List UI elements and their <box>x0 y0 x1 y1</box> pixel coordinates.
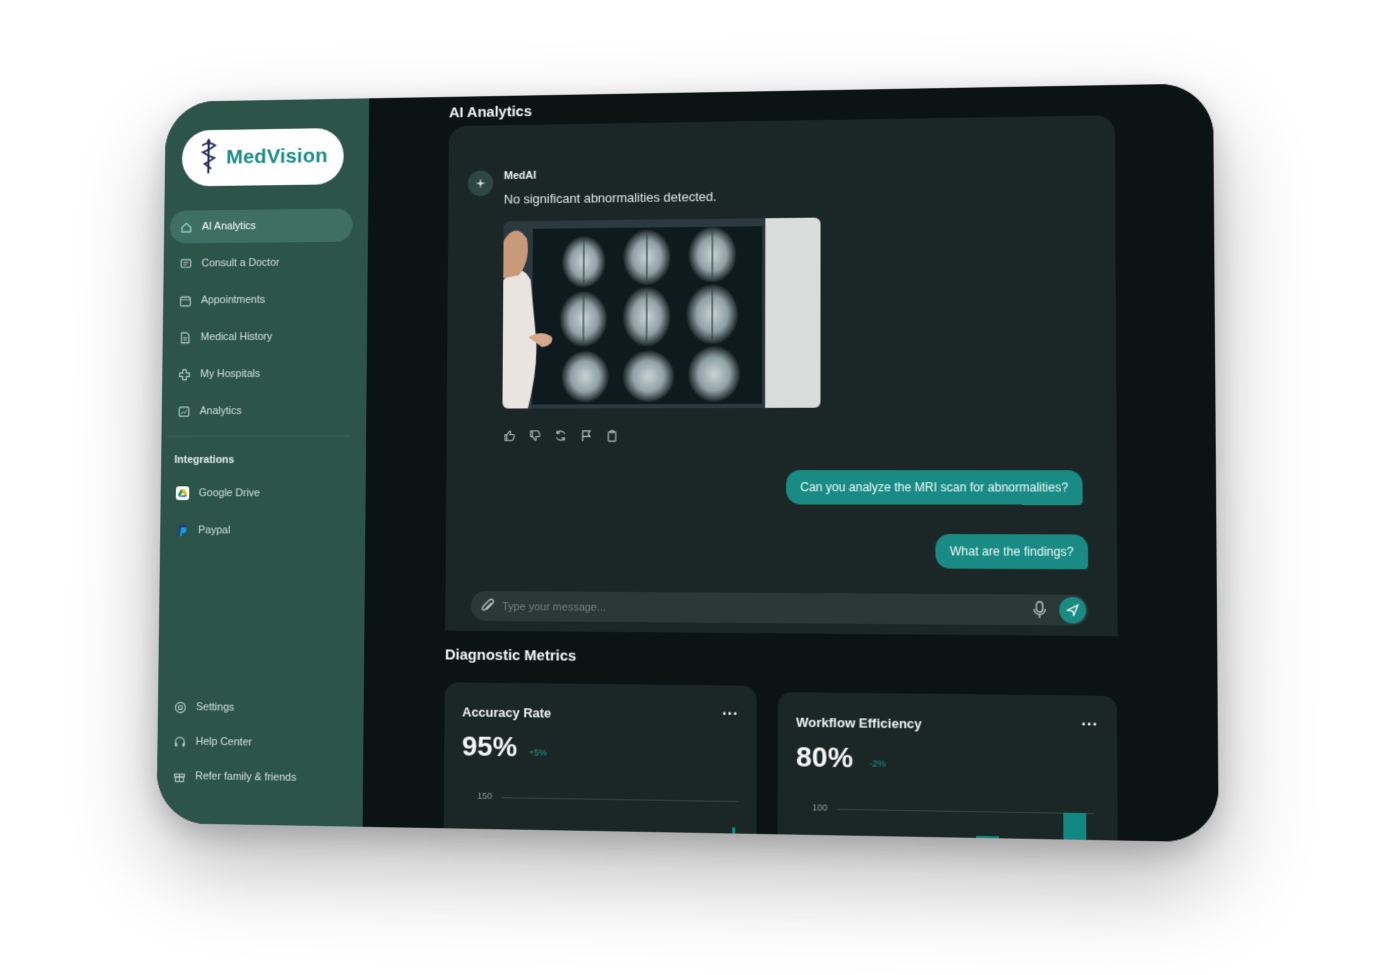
paypal-icon <box>175 523 188 537</box>
microphone-icon[interactable] <box>1032 601 1047 625</box>
calendar-icon <box>178 294 191 308</box>
home-icon <box>179 220 192 234</box>
nav-item-label: Analytics <box>199 405 242 418</box>
medical-cross-icon <box>177 367 190 381</box>
workflow-efficiency-card: Workflow Efficiency ... 80% -2% 100 <box>777 692 1119 843</box>
main-content: AI Analytics MedAI No significant abnorm… <box>362 83 1219 843</box>
message-input[interactable] <box>500 595 1008 623</box>
sidebar: MedVision AI Analytics Consult a Doctor … <box>156 98 370 827</box>
metric-delta: +5% <box>528 747 547 758</box>
document-icon <box>178 331 191 345</box>
nav-item-appointments[interactable]: Appointments <box>169 283 352 318</box>
nav-item-consult-doctor[interactable]: Consult a Doctor <box>169 245 352 280</box>
nav-item-medical-history[interactable]: Medical History <box>168 320 352 354</box>
integration-paypal[interactable]: Paypal <box>166 514 350 548</box>
nav-item-label: AI Analytics <box>201 220 257 233</box>
send-icon <box>1066 604 1079 616</box>
chart-icon <box>177 404 190 418</box>
message-actions <box>502 428 618 442</box>
google-drive-icon <box>175 486 190 501</box>
chart-bar <box>732 827 736 843</box>
nav-item-ai-analytics[interactable]: AI Analytics <box>169 208 353 244</box>
logo[interactable]: MedVision <box>181 127 344 187</box>
brand-name: MedVision <box>226 144 328 169</box>
mri-scan-image[interactable] <box>502 217 821 409</box>
page-title: AI Analytics <box>448 103 532 122</box>
gift-icon <box>172 769 186 783</box>
user-message: What are the findings? <box>935 533 1089 570</box>
metric-value: 80% <box>796 740 854 774</box>
chat-panel: MedAI No significant abnormalities detec… <box>445 115 1118 637</box>
caduceus-icon <box>198 137 219 179</box>
chart-bar <box>1063 812 1087 843</box>
copy-icon[interactable] <box>605 428 619 442</box>
nav-item-help-center[interactable]: Help Center <box>163 725 348 761</box>
nav-item-settings[interactable]: Settings <box>163 690 348 726</box>
nav-item-refer-friends[interactable]: Refer family & friends <box>163 759 348 796</box>
accuracy-rate-card: Accuracy Rate ... 95% +5% 150 <box>443 682 757 843</box>
nav-item-label: Medical History <box>200 330 273 344</box>
bot-name: MedAI <box>503 169 537 183</box>
axis-tick-label: 150 <box>477 790 493 802</box>
metric-value: 95% <box>461 730 518 763</box>
more-options-icon[interactable]: ... <box>1081 712 1098 731</box>
flag-icon[interactable] <box>579 428 593 442</box>
nav-item-label: Help Center <box>195 735 253 749</box>
attach-icon[interactable] <box>479 597 497 620</box>
chat-icon <box>179 257 192 271</box>
axis-tick-label: 100 <box>812 802 828 813</box>
nav-item-label: Appointments <box>201 294 266 307</box>
message-composer <box>470 590 1089 626</box>
integrations-heading: Integrations <box>174 454 235 466</box>
nav-item-label: My Hospitals <box>200 368 261 381</box>
metric-title: Accuracy Rate <box>462 704 552 721</box>
integration-label: Paypal <box>198 524 231 537</box>
nav-item-my-hospitals[interactable]: My Hospitals <box>168 357 352 391</box>
bot-avatar-icon <box>467 170 494 197</box>
gear-icon <box>173 700 187 714</box>
regenerate-icon[interactable] <box>553 428 567 442</box>
metric-delta: -2% <box>869 758 886 769</box>
app-window: MedVision AI Analytics Consult a Doctor … <box>156 83 1219 843</box>
nav-item-label: Refer family & friends <box>195 770 297 784</box>
chart-bar <box>976 835 1000 843</box>
bottom-nav: Settings Help Center Refer family & frie… <box>163 690 349 797</box>
bot-message: No significant abnormalities detected. <box>503 189 717 207</box>
integration-label: Google Drive <box>198 487 261 500</box>
thumbs-up-icon[interactable] <box>502 428 516 442</box>
more-options-icon[interactable]: ... <box>722 702 738 720</box>
user-message: Can you analyze the MRI scan for abnorma… <box>786 470 1083 505</box>
send-button[interactable] <box>1059 596 1087 624</box>
metric-title: Workflow Efficiency <box>796 714 922 732</box>
nav-item-label: Settings <box>196 701 235 714</box>
nav-item-analytics[interactable]: Analytics <box>167 394 351 428</box>
metrics-title: Diagnostic Metrics <box>444 646 577 665</box>
thumbs-down-icon[interactable] <box>528 428 542 442</box>
integration-google-drive[interactable]: Google Drive <box>166 477 350 511</box>
sidebar-divider <box>167 435 351 437</box>
grid-line <box>500 797 739 803</box>
primary-nav: AI Analytics Consult a Doctor Appointmen… <box>167 208 353 431</box>
headset-icon <box>173 734 187 748</box>
grid-line <box>836 808 1095 815</box>
nav-item-label: Consult a Doctor <box>201 256 280 270</box>
integrations-list: Google Drive Paypal <box>166 477 351 552</box>
